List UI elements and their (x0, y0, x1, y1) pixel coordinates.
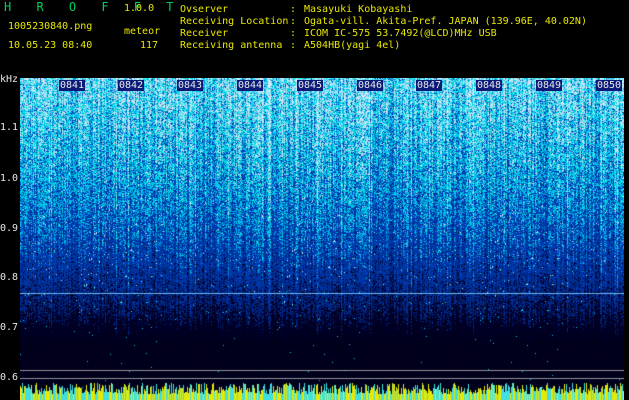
y-tick-label: 1.0 (0, 173, 19, 184)
colon: : (290, 16, 297, 27)
header-panel: H R O F F T 1.0.0 1005230840.png meteor … (0, 0, 629, 78)
y-tick-label: 1.1 (0, 122, 19, 133)
spectrogram-canvas (20, 78, 624, 400)
app-title: H R O F F T (4, 0, 183, 14)
spectrogram (20, 78, 624, 400)
colon: : (290, 40, 297, 51)
x-tick-label: 0850 (596, 80, 623, 91)
version-label: 1.0.0 (124, 3, 155, 14)
x-tick-label: 0847 (416, 80, 443, 91)
location-key: Receiving Location (180, 16, 289, 27)
datetime-label: 10.05.23 08:40 (8, 40, 93, 51)
location-value: Ogata-vill. Akita-Pref. JAPAN (139.96E, … (304, 16, 587, 27)
x-tick-label: 0848 (476, 80, 503, 91)
x-tick-label: 0844 (237, 80, 264, 91)
observer-key: Ovserver (180, 4, 229, 15)
y-tick-label: 0.8 (0, 272, 19, 283)
antenna-value: A504HB(yagi 4el) (304, 40, 401, 51)
observer-value: Masayuki Kobayashi (304, 4, 413, 15)
antenna-key: Receiving antenna (180, 40, 283, 51)
filename-label: 1005230840.png (8, 21, 93, 32)
x-tick-label: 0845 (297, 80, 324, 91)
receiver-value: ICOM IC-575 53.7492(@LCD)MHz USB (304, 28, 497, 39)
colon: : (290, 28, 297, 39)
x-tick-label: 0843 (177, 80, 204, 91)
unit-label: kHz (0, 74, 19, 85)
receiver-key: Receiver (180, 28, 229, 39)
y-tick-label: 0.9 (0, 223, 19, 234)
y-tick-label: 0.6 (0, 372, 19, 383)
y-tick-label: 0.7 (0, 322, 19, 333)
x-tick-label: 0842 (118, 80, 145, 91)
colon: : (290, 4, 297, 15)
x-tick-label: 0841 (59, 80, 86, 91)
mode-label: meteor (124, 26, 161, 37)
x-tick-label: 0846 (357, 80, 384, 91)
x-tick-label: 0849 (536, 80, 563, 91)
count-label: 117 (140, 40, 159, 51)
